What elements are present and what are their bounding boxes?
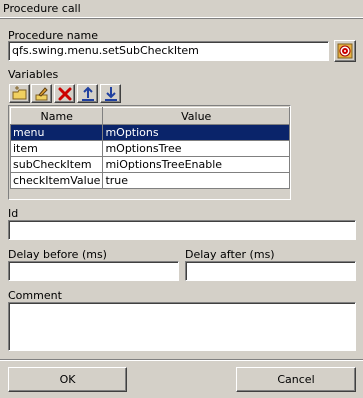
variable-name-cell[interactable]: item [9, 140, 104, 157]
target-icon [337, 43, 353, 59]
variable-value-cell[interactable]: mOptions [102, 124, 290, 141]
add-variable-button[interactable] [9, 84, 30, 103]
table-row[interactable]: checkItemValue true [9, 172, 290, 189]
column-header-name[interactable]: Name [9, 107, 104, 125]
variables-table: Name Value menu mOptions item mOptionsTr… [8, 105, 291, 200]
delay-before-input[interactable] [8, 261, 179, 281]
move-down-button[interactable] [100, 84, 121, 103]
id-label: Id [8, 207, 19, 220]
variable-value-cell[interactable]: miOptionsTreeEnable [102, 156, 290, 173]
button-separator [0, 359, 363, 361]
table-row[interactable]: menu mOptions [9, 124, 290, 141]
id-input[interactable] [8, 220, 356, 240]
variable-name-cell[interactable]: checkItemValue [9, 172, 104, 189]
delete-variable-button[interactable] [54, 84, 75, 103]
variable-name-cell[interactable]: menu [9, 124, 104, 141]
table-row[interactable]: subCheckItem miOptionsTreeEnable [9, 156, 290, 173]
edit-variable-button[interactable] [31, 84, 52, 103]
cancel-button[interactable]: Cancel [236, 367, 356, 392]
delete-icon [58, 87, 72, 101]
move-down-icon [105, 87, 117, 101]
dialog-title-bar: Procedure call [0, 0, 363, 19]
move-up-button[interactable] [77, 84, 98, 103]
variables-label: Variables [8, 68, 59, 81]
browse-procedure-button[interactable] [334, 40, 356, 62]
delay-after-input[interactable] [185, 261, 356, 281]
move-up-icon [82, 86, 94, 101]
edit-icon [35, 87, 48, 101]
add-icon [12, 86, 27, 100]
delay-before-label: Delay before (ms) [8, 248, 107, 261]
variable-value-cell[interactable]: mOptionsTree [102, 140, 290, 157]
procedure-name-input[interactable]: qfs.swing.menu.setSubCheckItem [8, 41, 329, 61]
table-row[interactable]: item mOptionsTree [9, 140, 290, 157]
comment-textarea[interactable] [8, 302, 356, 351]
dialog-title: Procedure call [3, 2, 81, 15]
delay-after-label: Delay after (ms) [185, 248, 275, 261]
comment-label: Comment [8, 289, 62, 302]
variable-value-cell[interactable]: true [102, 172, 290, 189]
ok-button[interactable]: OK [8, 367, 127, 392]
variable-name-cell[interactable]: subCheckItem [9, 156, 104, 173]
column-header-value[interactable]: Value [102, 107, 290, 125]
